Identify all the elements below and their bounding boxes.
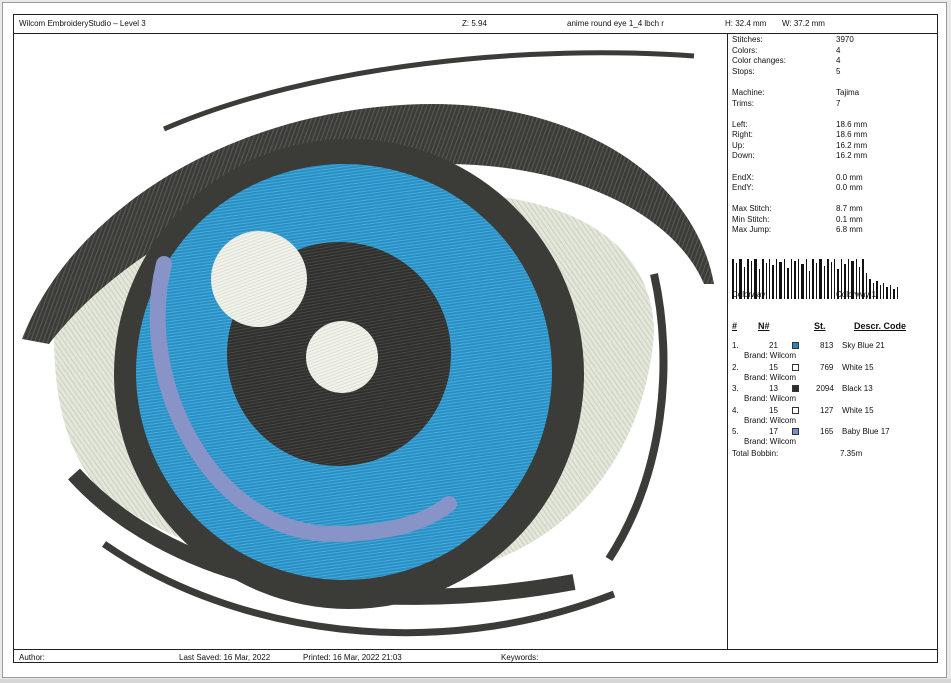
stat-endx: EndX: 0.0 mm [732, 173, 863, 182]
footer-printed: Printed: 16 Mar, 2022 21:03 [303, 653, 402, 662]
print-preview-sheet: Wilcom EmbroideryStudio – Level 3 Z: 5.9… [2, 2, 947, 678]
colorway-row: Colorway: Colorway 1 [732, 290, 877, 299]
stat-stitches: Stitches: 3970 [732, 35, 854, 44]
large-highlight [211, 231, 307, 327]
thread-row-1: 1. 21 813 Sky Blue 21 Brand: Wilcom [732, 341, 885, 360]
stat-colors: Colors: 4 [732, 46, 841, 55]
thread-row-3: 3. 13 2094 Black 13 Brand: Wilcom [732, 384, 873, 403]
status-strip [0, 679, 951, 683]
stat-left: Left: 18.6 mm [732, 120, 868, 129]
stat-trims: Trims: 7 [732, 99, 841, 108]
footer-keywords: Keywords: [501, 653, 539, 662]
worksheet-footer: Author: Last Saved: 16 Mar, 2022 Printed… [14, 649, 937, 664]
footer-last-saved: Last Saved: 16 Mar, 2022 [179, 653, 271, 662]
thread-swatch [792, 342, 799, 349]
stat-endy: EndY: 0.0 mm [732, 183, 863, 192]
app-title: Wilcom EmbroideryStudio – Level 3 [19, 19, 146, 28]
zoom-level: Z: 5.94 [462, 19, 487, 28]
total-bobbin: Total Bobbin: 7.35m [732, 449, 863, 458]
eye-embroidery-image [22, 50, 714, 637]
worksheet-header: Wilcom EmbroideryStudio – Level 3 Z: 5.9… [14, 15, 937, 34]
production-worksheet: Wilcom EmbroideryStudio – Level 3 Z: 5.9… [13, 14, 938, 663]
stat-up: Up: 16.2 mm [732, 141, 868, 150]
thread-row-4: 4. 15 127 White 15 Brand: Wilcom [732, 406, 874, 425]
stat-color-changes: Color changes: 4 [732, 56, 841, 65]
stat-right: Right: 18.6 mm [732, 130, 868, 139]
col-header-desc: Descr. Code [854, 321, 907, 331]
footer-author: Author: [19, 653, 45, 662]
thread-swatch [792, 385, 799, 392]
stat-min-stitch: Min Stitch: 0.1 mm [732, 215, 863, 224]
design-width: W: 37.2 mm [782, 19, 825, 28]
stat-max-jump: Max Jump: 6.8 mm [732, 225, 863, 234]
small-highlight [306, 321, 378, 393]
stat-stops: Stops: 5 [732, 67, 841, 76]
design-preview [14, 34, 727, 648]
thread-row-2: 2. 15 769 White 15 Brand: Wilcom [732, 363, 874, 382]
col-header-n: N# [758, 321, 770, 331]
thread-row-5: 5. 17 165 Baby Blue 17 Brand: Wilcom [732, 427, 890, 446]
stat-max-stitch: Max Stitch: 8.7 mm [732, 204, 863, 213]
design-name: anime round eye 1_4 lbch r [567, 19, 664, 28]
panel-divider [727, 34, 728, 649]
stitch-info-panel: Stitches: 3970 Colors: 4 Color changes: 4 S… [732, 34, 936, 648]
thread-swatch [792, 428, 799, 435]
design-height: H: 32.4 mm [725, 19, 767, 28]
thread-swatch [792, 407, 799, 414]
thread-swatch [792, 364, 799, 371]
stat-down: Down: 16.2 mm [732, 151, 868, 160]
stat-machine: Machine: Tajima [732, 88, 860, 97]
col-header-st: St. [814, 321, 826, 331]
col-header-num: # [732, 321, 738, 331]
